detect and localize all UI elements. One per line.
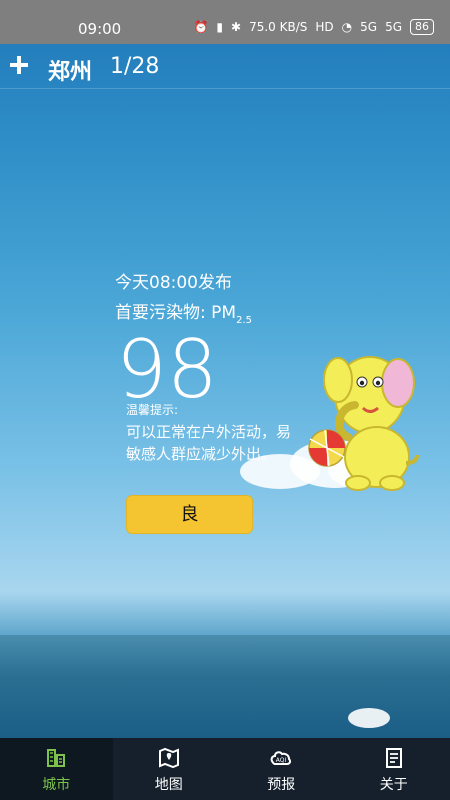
elephant-mascot-icon — [308, 356, 419, 491]
nav-about[interactable]: 关于 — [338, 738, 450, 800]
page-indicator: 1/28 — [110, 54, 160, 79]
map-icon — [158, 747, 179, 769]
battery-icon: 86 — [410, 19, 434, 35]
wave-foam — [348, 708, 390, 728]
tip-text: 可以正常在户外活动，易敏感人群应减少外出。 — [126, 423, 292, 463]
aqi-forecast-icon: AQI — [270, 751, 292, 765]
status-bar: 09:00 ⏰ ▮ ✱ 75.0 KB/S HD ◔ 5G 5G 86 — [0, 0, 450, 44]
add-city-button[interactable] — [8, 54, 30, 76]
primary-pollutant: 首要污染物: PM2.5 — [115, 303, 252, 326]
net-speed: 75.0 KB/S — [249, 20, 308, 34]
wifi-icon: ◔ — [341, 20, 353, 34]
top-bar: 郑州 1/28 — [0, 44, 450, 89]
nav-forecast[interactable]: AQI 预报 — [225, 738, 338, 800]
status-icons: ⏰ ▮ ✱ 75.0 KB/S HD ◔ 5G 5G 86 — [193, 19, 434, 35]
nav-about-label: 关于 — [379, 777, 408, 793]
signal-icon-2: 5G — [385, 20, 402, 34]
status-time: 09:00 — [78, 20, 122, 38]
nav-map[interactable]: 地图 — [113, 738, 226, 800]
nav-city-label: 城市 — [42, 777, 71, 793]
bottom-navigation: 城市 地图 AQI 预报 关于 — [0, 738, 450, 800]
publish-time: 今天08:00发布 — [115, 273, 232, 293]
signal-icon-1: 5G — [360, 20, 378, 34]
city-icon — [47, 749, 66, 767]
hd-icon: HD — [315, 20, 334, 34]
air-quality-badge[interactable]: 良 — [126, 495, 253, 534]
tip-label: 温馨提示: — [126, 403, 179, 417]
bluetooth-icon: ✱ — [231, 20, 242, 34]
svg-text:AQI: AQI — [276, 757, 287, 764]
city-name: 郑州 — [48, 60, 93, 85]
alarm-icon: ⏰ — [193, 20, 209, 34]
nav-map-label: 地图 — [154, 777, 183, 793]
nav-forecast-label: 预报 — [267, 777, 296, 793]
nav-city[interactable]: 城市 — [0, 738, 113, 800]
about-icon — [385, 748, 402, 768]
vibrate-icon: ▮ — [216, 20, 223, 34]
